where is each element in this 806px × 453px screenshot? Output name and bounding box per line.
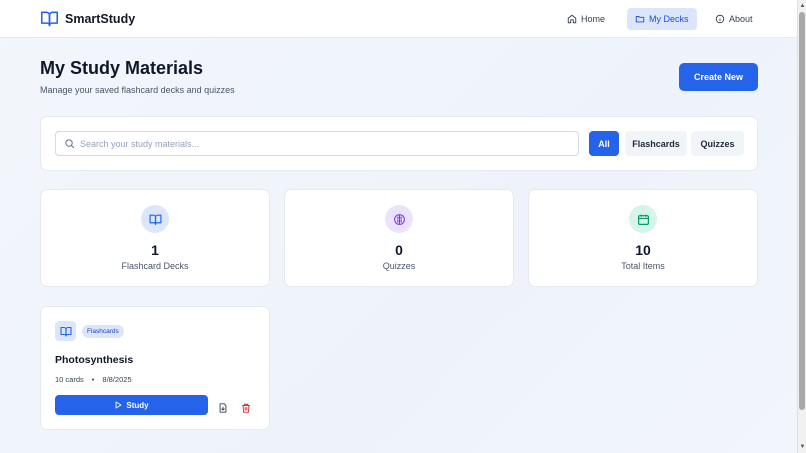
trash-icon bbox=[242, 403, 250, 413]
stat-icon-badge bbox=[629, 205, 657, 233]
meta-separator: • bbox=[91, 375, 95, 384]
stat-label: Quizzes bbox=[382, 261, 416, 271]
deck-title: Photosynthesis bbox=[55, 354, 134, 366]
play-icon bbox=[115, 401, 122, 409]
stat-label: Total Items bbox=[621, 261, 665, 271]
deck-date: 8/8/2025 bbox=[102, 375, 132, 384]
study-button-label: Study bbox=[126, 400, 149, 410]
page-title: My Study Materials bbox=[40, 58, 204, 78]
info-icon bbox=[715, 14, 725, 24]
top-navbar: SmartStudy Home My Decks About bbox=[0, 0, 797, 38]
filter-flashcards[interactable]: Flashcards bbox=[625, 131, 687, 156]
scroll-down-icon[interactable]: ▼ bbox=[799, 443, 806, 451]
brain-icon bbox=[393, 213, 405, 225]
home-icon bbox=[567, 14, 577, 24]
scroll-thumb[interactable] bbox=[799, 12, 805, 410]
deck-card[interactable]: Flashcards Photosynthesis 10 cards • 8/8… bbox=[40, 306, 270, 430]
stat-card-total-items: 10 Total Items bbox=[528, 189, 758, 287]
delete-button[interactable] bbox=[241, 400, 251, 413]
filter-all[interactable]: All bbox=[589, 131, 619, 156]
stat-card-flashcard-decks: 1 Flashcard Decks bbox=[40, 189, 270, 287]
book-icon bbox=[59, 326, 72, 337]
nav-about[interactable]: About bbox=[707, 8, 761, 30]
stat-card-quizzes: 0 Quizzes bbox=[284, 189, 514, 287]
file-download-icon bbox=[219, 403, 227, 413]
folder-icon bbox=[635, 16, 645, 23]
nav-my-decks-label: My Decks bbox=[649, 14, 689, 24]
search-icon bbox=[65, 139, 75, 149]
page-subtitle: Manage your saved flashcard decks and qu… bbox=[40, 85, 235, 95]
study-button[interactable]: Study bbox=[55, 395, 208, 415]
search-input[interactable] bbox=[80, 138, 560, 149]
filter-quizzes[interactable]: Quizzes bbox=[691, 131, 744, 156]
open-book-icon bbox=[41, 11, 58, 27]
deck-type-badge: Flashcards bbox=[82, 325, 124, 338]
deck-card-count: 10 cards bbox=[55, 375, 84, 384]
stat-value: 10 bbox=[635, 242, 651, 258]
create-new-button[interactable]: Create New bbox=[679, 63, 758, 91]
stat-icon-badge bbox=[385, 205, 413, 233]
nav-my-decks[interactable]: My Decks bbox=[627, 8, 697, 30]
brand-logo[interactable]: SmartStudy bbox=[40, 10, 135, 27]
export-button[interactable] bbox=[218, 400, 228, 413]
nav-home-label: Home bbox=[581, 14, 606, 24]
nav-about-label: About bbox=[729, 14, 753, 24]
stat-label: Flashcard Decks bbox=[121, 261, 189, 271]
deck-type-icon bbox=[55, 321, 76, 341]
deck-meta: 10 cards • 8/8/2025 bbox=[55, 375, 132, 384]
stat-icon-badge bbox=[141, 205, 169, 233]
page-scrollbar[interactable]: ▲ ▼ bbox=[797, 0, 806, 453]
scroll-up-icon[interactable]: ▲ bbox=[799, 2, 806, 10]
book-icon bbox=[148, 214, 162, 225]
brand-name: SmartStudy bbox=[65, 11, 136, 26]
calendar-icon bbox=[637, 214, 649, 225]
nav-home[interactable]: Home bbox=[559, 8, 613, 30]
filter-panel: All Flashcards Quizzes bbox=[40, 116, 758, 171]
search-box[interactable] bbox=[55, 131, 579, 156]
stat-value: 0 bbox=[395, 242, 403, 258]
stat-value: 1 bbox=[151, 242, 159, 258]
